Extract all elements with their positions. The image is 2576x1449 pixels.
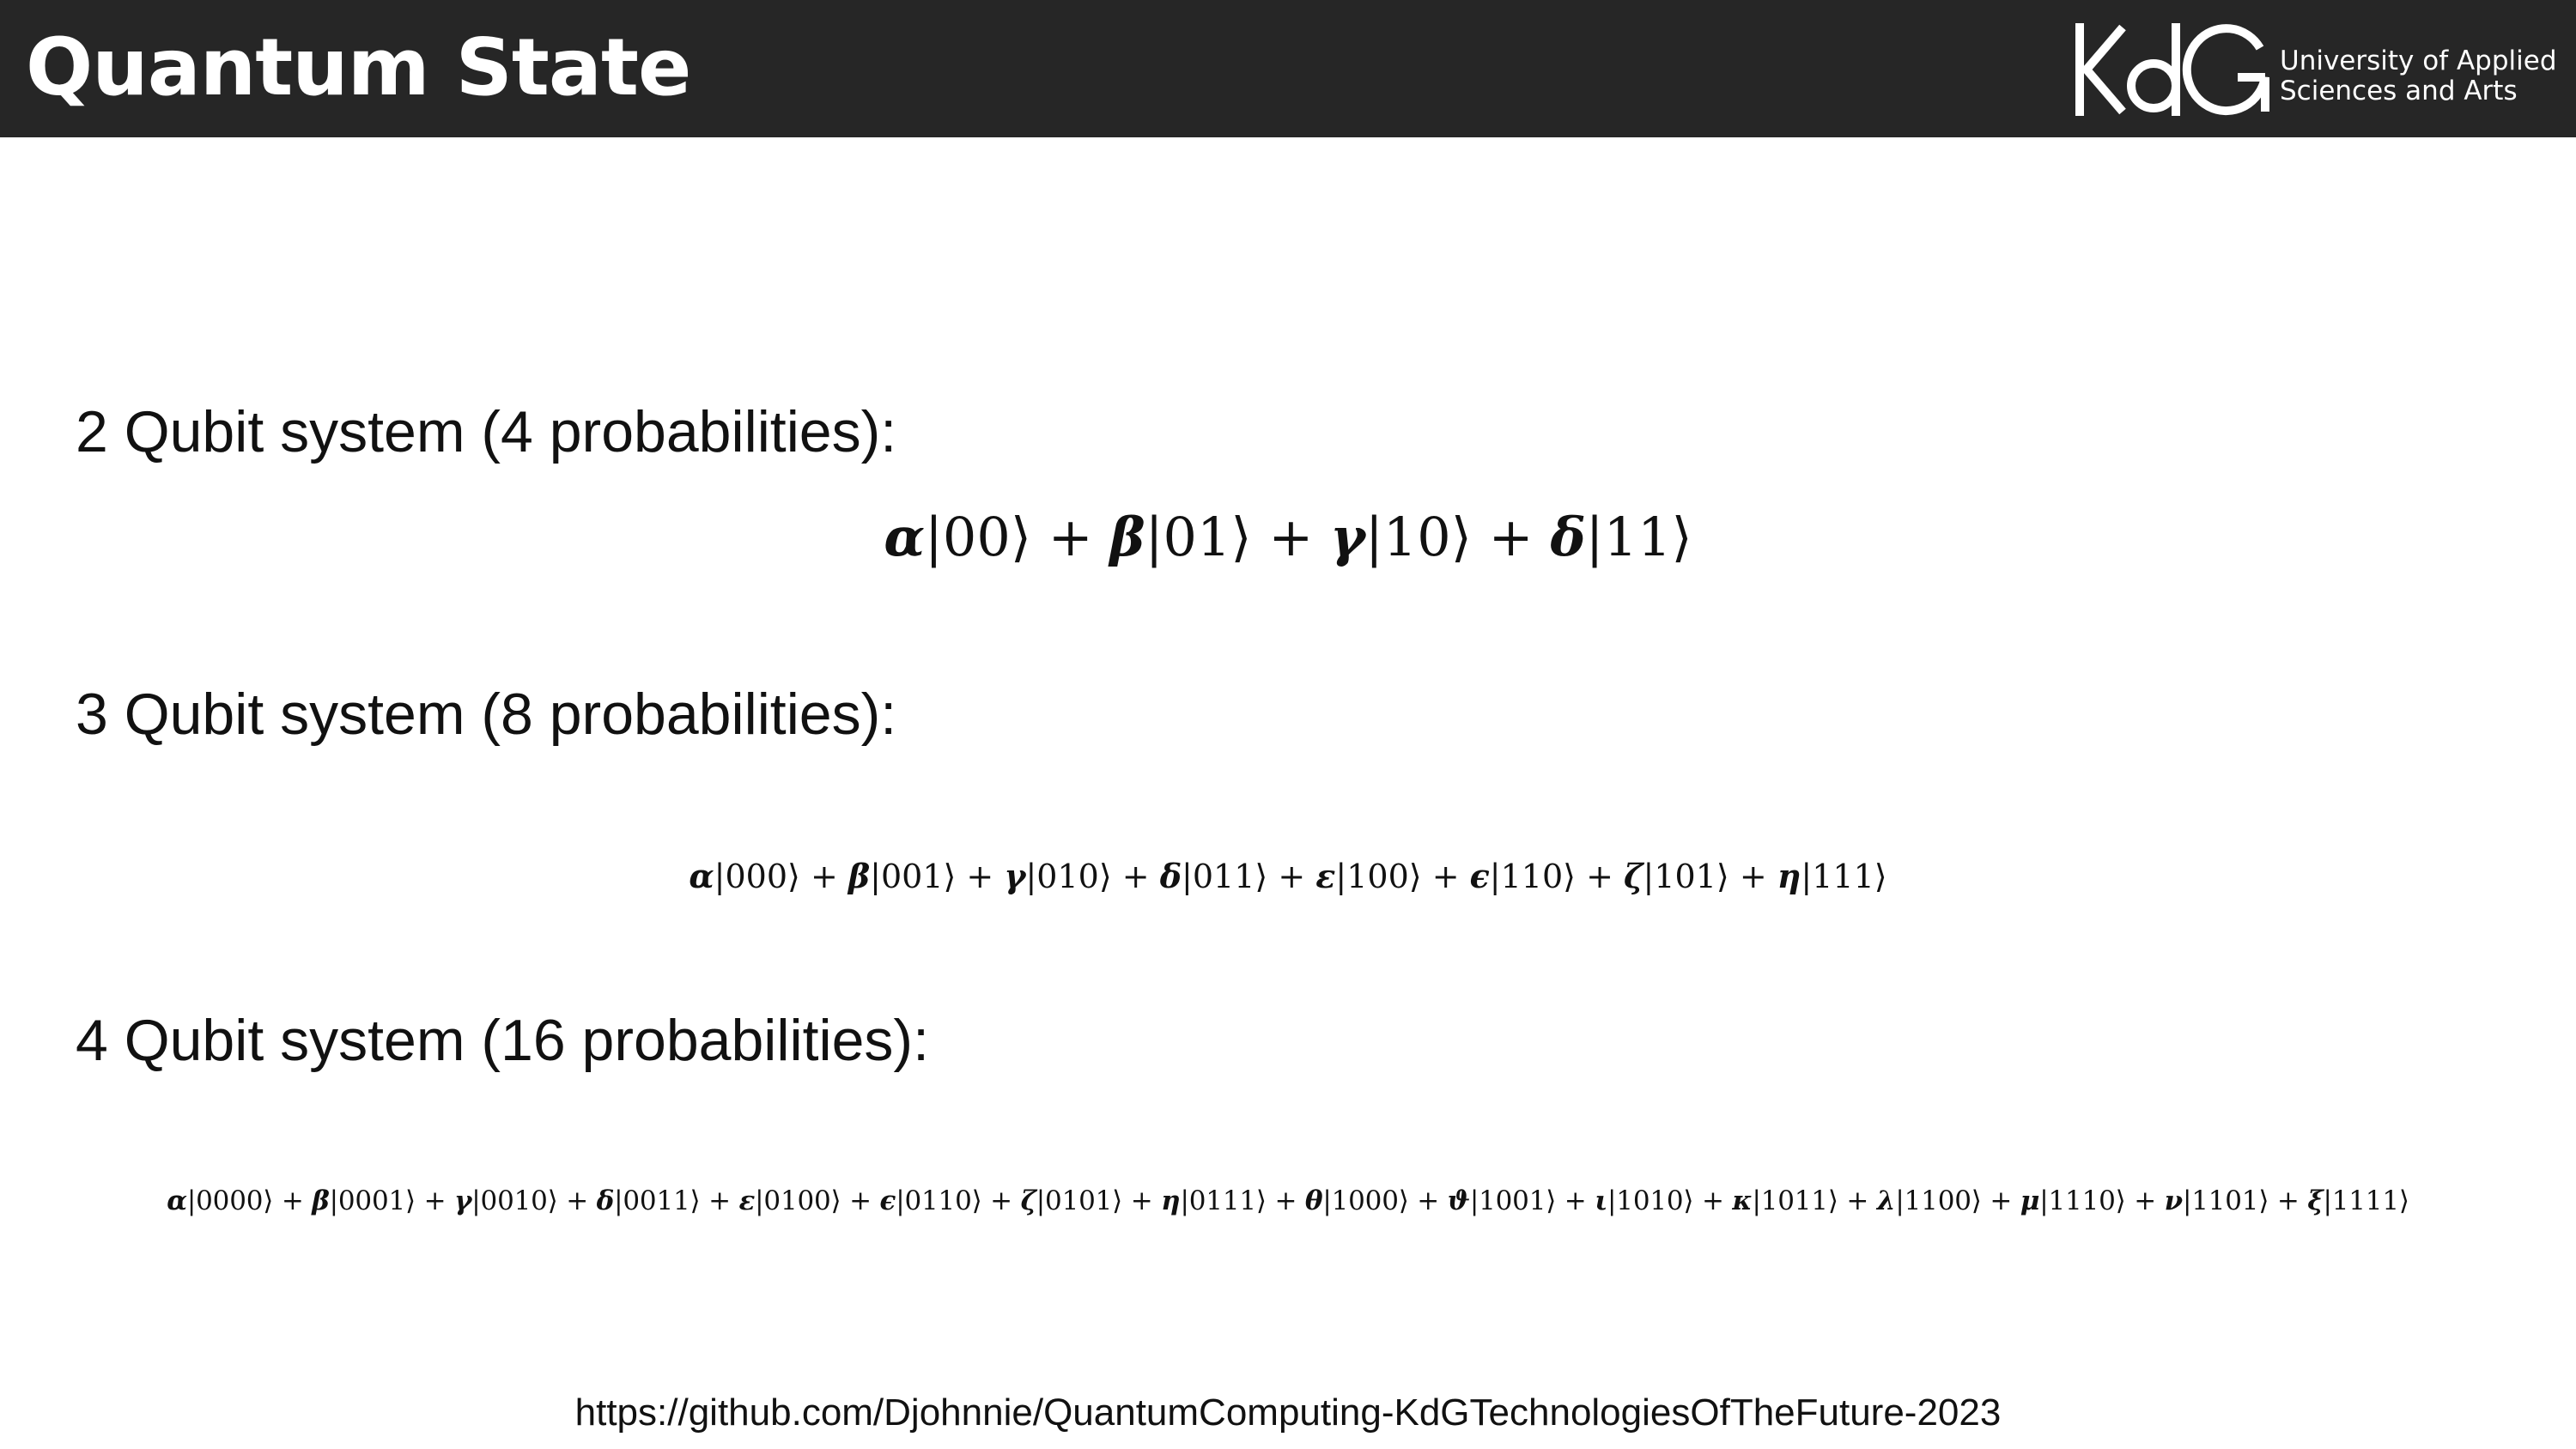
kdg-logo: University of Applied Sciences and Arts <box>2069 15 2557 118</box>
kdg-logo-text: University of Applied Sciences and Arts <box>2280 46 2557 106</box>
equation-2-qubit: α|00⟩ + β|01⟩ + γ|10⟩ + δ|11⟩ <box>884 506 1692 568</box>
heading-2-qubit: 2 Qubit system (4 probabilities): <box>76 399 897 464</box>
github-link[interactable]: https://github.com/Djohnnie/QuantumCompu… <box>0 1389 2576 1437</box>
equation-3-qubit: α|000⟩ + β|001⟩ + γ|010⟩ + δ|011⟩ + ε|10… <box>689 857 1887 895</box>
logo-line-1: University of Applied <box>2280 45 2557 76</box>
header-bar: Quantum State University of Applied Scie… <box>0 0 2576 137</box>
kdg-logo-mark <box>2075 23 2269 116</box>
slide-title: Quantum State <box>26 21 691 113</box>
heading-3-qubit: 3 Qubit system (8 probabilities): <box>76 682 897 747</box>
equation-4-qubit: α|0000⟩ + β|0001⟩ + γ|0010⟩ + δ|0011⟩ + … <box>167 1185 2409 1216</box>
logo-line-2: Sciences and Arts <box>2280 76 2518 106</box>
heading-4-qubit: 4 Qubit system (16 probabilities): <box>76 1008 929 1073</box>
